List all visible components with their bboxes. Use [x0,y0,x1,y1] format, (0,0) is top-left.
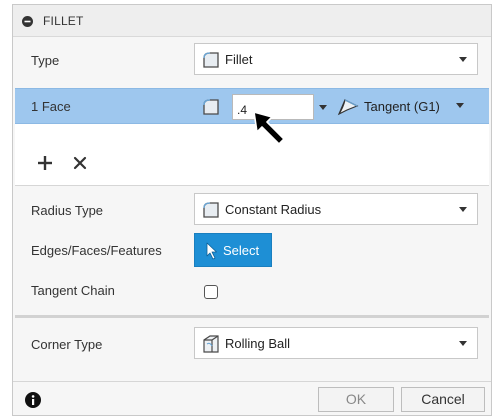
corner-type-dropdown[interactable]: Rolling Ball [194,327,478,359]
chevron-down-icon[interactable] [319,105,327,111]
info-icon[interactable] [25,392,41,408]
type-dropdown[interactable]: Fillet [194,43,478,75]
dialog-titlebar[interactable]: FILLET [13,5,491,37]
section-divider [15,315,489,318]
select-button-label: Select [223,243,260,258]
fillet-icon [203,52,219,68]
select-button[interactable]: Select [194,233,272,267]
chevron-down-icon [459,207,467,212]
tangent-chain-label: Tangent Chain [31,283,115,298]
cancel-button[interactable]: Cancel [401,387,485,412]
corner-type-value: Rolling Ball [225,336,291,351]
fillet-icon [203,99,219,115]
tangent-icon[interactable] [337,96,359,118]
radius-type-value: Constant Radius [225,202,322,217]
cursor-arrow-icon [253,111,285,145]
corner-type-label: Corner Type [31,337,103,352]
select-arrow-icon [206,242,217,260]
plus-icon[interactable] [37,155,53,171]
type-value: Fillet [225,52,253,67]
chevron-down-icon[interactable] [456,103,464,109]
rolling-ball-icon [203,335,219,353]
dialog-title: FILLET [43,14,84,28]
fillet-dialog: FILLET Type Fillet 1 Face Tangent (G1) [12,4,492,416]
continuity-value[interactable]: Tangent (G1) [364,99,440,114]
face-count-label: 1 Face [31,99,71,114]
dialog-footer: OK Cancel [13,381,491,415]
fillet-icon [203,202,219,218]
radius-type-label: Radius Type [31,203,104,218]
collapse-icon[interactable] [22,16,33,27]
chevron-down-icon [459,57,467,62]
radius-type-dropdown[interactable]: Constant Radius [194,193,478,225]
edges-label: Edges/Faces/Features [31,243,162,258]
close-icon[interactable] [73,156,87,170]
chevron-down-icon [459,341,467,346]
tangent-chain-checkbox[interactable] [204,285,218,299]
type-label: Type [31,53,60,68]
ok-button[interactable]: OK [318,387,394,412]
